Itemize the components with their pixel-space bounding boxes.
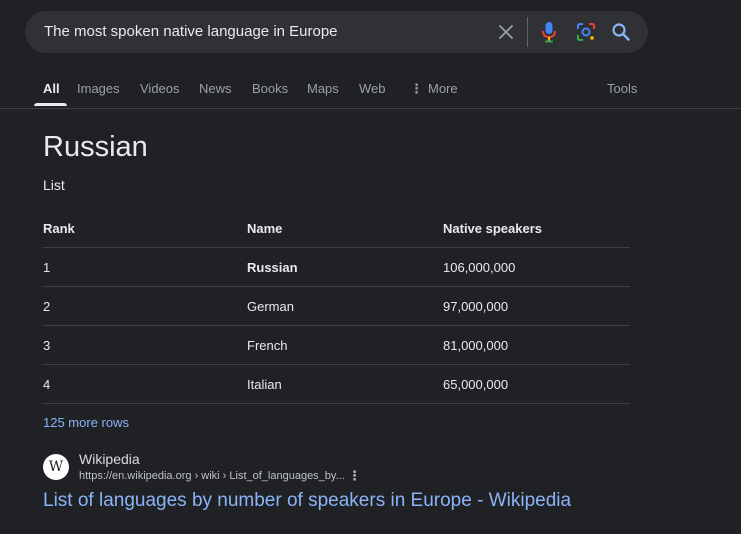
tabs-divider <box>0 108 741 109</box>
more-rows-link[interactable]: 125 more rows <box>43 415 129 430</box>
languages-table: Rank Name Native speakers 1 Russian 106,… <box>43 210 630 404</box>
answer-subtitle: List <box>43 177 65 193</box>
tab-web[interactable]: Web <box>359 81 386 96</box>
table-row: 3 French 81,000,000 <box>43 326 630 365</box>
header-name: Name <box>247 221 283 236</box>
header-rank: Rank <box>43 221 75 236</box>
tab-more-label: More <box>428 81 458 96</box>
search-bar-divider <box>527 17 528 47</box>
more-vert-icon: ⋮ <box>410 81 423 96</box>
result-site-name[interactable]: Wikipedia <box>79 451 140 467</box>
header-native-speakers: Native speakers <box>443 221 543 236</box>
search-input[interactable]: The most spoken native language in Europ… <box>44 11 338 53</box>
lens-camera-icon[interactable] <box>576 22 596 42</box>
tab-more[interactable]: ⋮ More <box>410 81 458 97</box>
cell-name: French <box>247 337 288 353</box>
cell-name: Russian <box>247 259 298 275</box>
cell-name: German <box>247 298 294 314</box>
tab-all[interactable]: All <box>43 81 60 96</box>
tab-news[interactable]: News <box>199 81 232 96</box>
cell-speakers: 97,000,000 <box>443 298 509 314</box>
table-row: 4 Italian 65,000,000 <box>43 365 630 404</box>
search-results-page: The most spoken native language in Europ… <box>0 0 741 534</box>
search-icon[interactable] <box>611 22 631 42</box>
cell-rank: 3 <box>43 337 51 353</box>
cell-speakers: 81,000,000 <box>443 337 509 353</box>
tab-maps[interactable]: Maps <box>307 81 339 96</box>
cell-rank: 4 <box>43 376 51 392</box>
microphone-icon[interactable] <box>539 22 559 43</box>
clear-icon[interactable] <box>496 22 516 42</box>
search-bar[interactable]: The most spoken native language in Europ… <box>25 11 648 53</box>
tab-videos[interactable]: Videos <box>140 81 180 96</box>
answer-title: Russian <box>43 131 148 163</box>
tab-images[interactable]: Images <box>77 81 120 96</box>
cell-speakers: 106,000,000 <box>443 259 516 275</box>
active-tab-indicator <box>34 103 67 106</box>
cell-speakers: 65,000,000 <box>443 376 509 392</box>
cell-rank: 1 <box>43 259 51 275</box>
search-tabs: All Images Videos News Books Maps Web ⋮ M… <box>0 70 741 108</box>
table-header-row: Rank Name Native speakers <box>43 210 630 248</box>
wikipedia-favicon[interactable]: W <box>43 454 69 480</box>
table-row: 2 German 97,000,000 <box>43 287 630 326</box>
cell-name: Italian <box>247 376 282 392</box>
table-row: 1 Russian 106,000,000 <box>43 248 630 287</box>
result-url[interactable]: https://en.wikipedia.org › wiki › List_o… <box>79 470 345 482</box>
tools-button[interactable]: Tools <box>607 81 637 96</box>
tab-books[interactable]: Books <box>252 81 288 96</box>
more-options-icon[interactable]: ⋮ <box>348 468 361 484</box>
result-title-link[interactable]: List of languages by number of speakers … <box>43 490 571 512</box>
cell-rank: 2 <box>43 298 51 314</box>
